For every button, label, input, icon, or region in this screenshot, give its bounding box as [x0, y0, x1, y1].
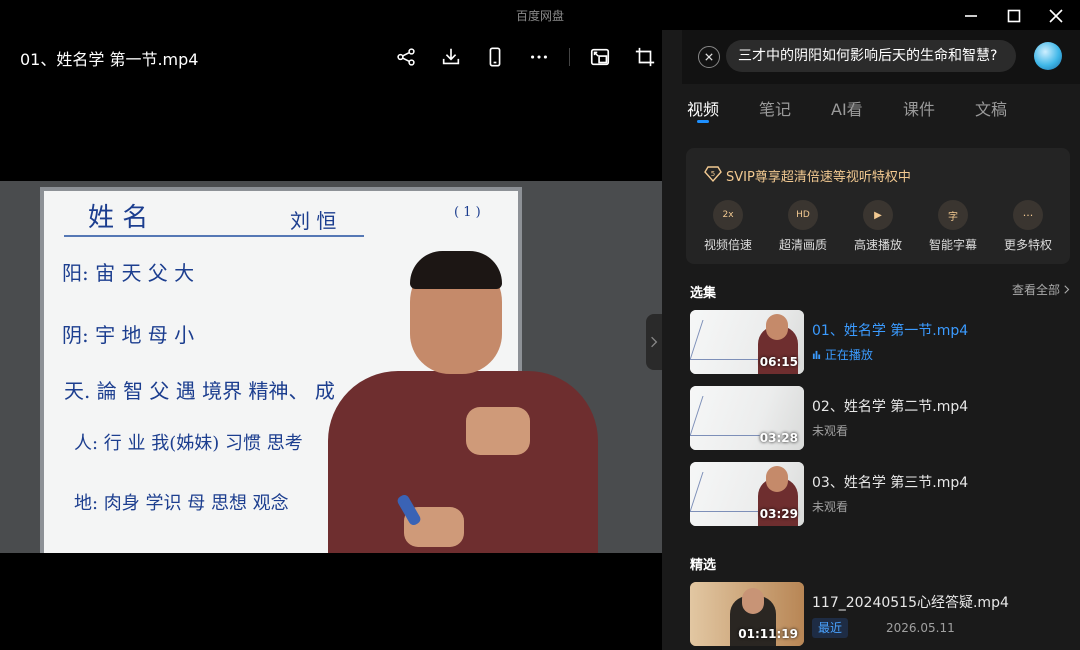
- download-icon: [442, 48, 460, 65]
- share-button[interactable]: [391, 42, 421, 72]
- close-window-button[interactable]: [1035, 2, 1077, 30]
- crop-icon: [635, 47, 655, 67]
- video-frame[interactable]: 姓 名 刘 恒 ( 1 ) 阳: 宙 天 父 大 阴: 宇 地 母 小 天. 論…: [0, 181, 662, 553]
- episode-thumbnail: 03:29: [690, 462, 804, 526]
- hd-icon: HD: [788, 200, 818, 230]
- more-button[interactable]: [524, 42, 554, 72]
- svg-text:5: 5: [711, 170, 715, 178]
- download-button[interactable]: [436, 42, 466, 72]
- question-close-button[interactable]: [698, 46, 720, 68]
- share-icon: [397, 48, 415, 66]
- picture-in-picture-button[interactable]: [585, 42, 615, 72]
- chevron-right-icon: [651, 336, 658, 348]
- board-page: ( 1 ): [454, 205, 481, 220]
- episode-title: 02、姓名学 第二节.mp4: [812, 399, 969, 415]
- episode-thumbnail: 03:28: [690, 386, 804, 450]
- episode-item[interactable]: 03:28 02、姓名学 第二节.mp4 未观看: [690, 386, 1070, 450]
- crop-button[interactable]: [630, 42, 660, 72]
- collapse-panel-handle[interactable]: [646, 314, 662, 370]
- episode-status: 正在播放: [812, 346, 873, 363]
- speed-icon: 2x: [713, 200, 743, 230]
- board-line-1: 阳: 宙 天 父 大: [62, 261, 195, 285]
- side-panel: 三才中的阴阳如何影响后天的生命和智慧? 视频 笔记 AI看 课件 文稿 5 SV…: [662, 30, 1080, 650]
- maximize-button[interactable]: [993, 2, 1035, 30]
- episode-duration: 06:15: [759, 355, 798, 369]
- minimize-icon: [965, 15, 977, 17]
- episode-item[interactable]: 06:15 01、姓名学 第一节.mp4 正在播放: [690, 310, 1070, 374]
- episode-thumbnail: 06:15: [690, 310, 804, 374]
- episode-duration: 03:29: [759, 507, 798, 521]
- featured-thumbnail: 01:11:19: [690, 582, 804, 646]
- board-line-5: 地: 肉身 学识 母 思想 观念: [74, 493, 289, 514]
- close-icon: [705, 53, 713, 61]
- see-all-link[interactable]: 查看全部: [1012, 281, 1070, 298]
- episode-title: 03、姓名学 第三节.mp4: [812, 475, 969, 491]
- active-tab-indicator: [697, 120, 709, 123]
- maximize-icon: [1007, 9, 1021, 23]
- recent-badge: 最近: [812, 618, 849, 638]
- title-bar: 百度网盘: [0, 0, 1080, 30]
- ai-question-bar: 三才中的阴阳如何影响后天的生命和智慧?: [682, 30, 1080, 84]
- perk-subtitles[interactable]: 字 智能字幕: [923, 200, 983, 253]
- episodes-section-title: 选集: [690, 286, 717, 301]
- phone-button[interactable]: [480, 42, 510, 72]
- subtitles-icon: 字: [938, 200, 968, 230]
- fast-play-icon: ▶: [863, 200, 893, 230]
- board-title: 姓 名: [88, 203, 149, 233]
- board-line-3: 天. 論 智 父 遇 境界 精神、 成: [64, 379, 335, 403]
- tab-courseware[interactable]: 课件: [903, 96, 935, 120]
- featured-item[interactable]: 01:11:19 117_20240515心经答疑.mp4 最近 2026.05…: [690, 582, 1070, 646]
- panel-tabs: 视频 笔记 AI看 课件 文稿: [662, 90, 1080, 130]
- episode-duration: 03:28: [759, 431, 798, 445]
- featured-duration: 01:11:19: [738, 627, 798, 641]
- app-title: 百度网盘: [515, 9, 564, 23]
- perk-more[interactable]: ··· 更多特权: [998, 200, 1058, 253]
- episode-title: 01、姓名学 第一节.mp4: [812, 323, 969, 339]
- episode-status: 未观看: [812, 424, 849, 438]
- episode-status: 未观看: [812, 500, 849, 514]
- tab-notes[interactable]: 笔记: [759, 96, 791, 120]
- ai-question-bubble[interactable]: 三才中的阴阳如何影响后天的生命和智慧?: [726, 40, 1016, 72]
- chevron-right-icon: [1064, 285, 1070, 294]
- minimize-button[interactable]: [950, 2, 992, 30]
- svip-privilege-card[interactable]: 5 SVIP尊享超清倍速等视听特权中 2x 视频倍速 HD 超清画质 ▶ 高速播…: [686, 148, 1070, 264]
- featured-date: 2026.05.11: [886, 621, 955, 635]
- video-player[interactable]: 姓 名 刘 恒 ( 1 ) 阳: 宙 天 父 大 阴: 宇 地 母 小 天. 論…: [0, 84, 662, 650]
- perk-hd[interactable]: HD 超清画质: [773, 200, 833, 253]
- board-line-2: 阴: 宇 地 母 小: [62, 323, 195, 347]
- equalizer-icon: [812, 350, 821, 359]
- player-toolbar: 01、姓名学 第一节.mp4: [0, 30, 662, 84]
- svip-title: SVIP尊享超清倍速等视听特权中: [726, 170, 911, 185]
- perk-fast-play[interactable]: ▶ 高速播放: [848, 200, 908, 253]
- close-icon: [1049, 9, 1063, 23]
- board-line-4: 人: 行 业 我(姊妹) 习惯 思考: [74, 433, 303, 454]
- phone-icon: [489, 47, 501, 67]
- tab-video[interactable]: 视频: [687, 96, 719, 120]
- tab-ai-watch[interactable]: AI看: [831, 96, 863, 120]
- more-icon: [531, 55, 547, 59]
- more-perks-icon: ···: [1013, 200, 1043, 230]
- svip-diamond-icon: 5: [704, 166, 722, 183]
- picture-in-picture-icon: [590, 48, 610, 66]
- tab-transcript[interactable]: 文稿: [975, 96, 1007, 120]
- presenter-hand-right: [466, 407, 530, 455]
- board-name: 刘 恒: [290, 209, 337, 233]
- featured-section-title: 精选: [690, 558, 717, 573]
- perk-speed[interactable]: 2x 视频倍速: [698, 200, 758, 253]
- board-underline: [64, 235, 364, 237]
- toolbar-divider: [569, 48, 570, 66]
- presenter-hair: [410, 251, 502, 289]
- ai-assistant-avatar[interactable]: [1034, 42, 1062, 70]
- featured-title: 117_20240515心经答疑.mp4: [812, 595, 1009, 611]
- video-file-title: 01、姓名学 第一节.mp4: [20, 50, 199, 69]
- episode-item[interactable]: 03:29 03、姓名学 第三节.mp4 未观看: [690, 462, 1070, 526]
